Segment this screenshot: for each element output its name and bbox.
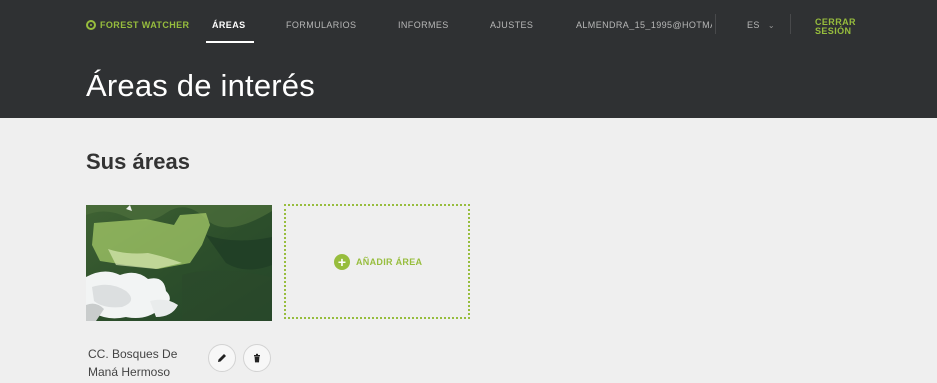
- logout-label-line2: SESIÓN: [815, 26, 852, 36]
- nav-item-forms[interactable]: FORMULARIOS: [286, 20, 356, 30]
- area-map-thumbnail[interactable]: [86, 205, 272, 321]
- add-area-content: + AÑADIR ÁREA: [334, 254, 422, 270]
- area-card[interactable]: CC. Bosques De Maná Hermoso: [86, 205, 272, 383]
- nav-item-settings[interactable]: AJUSTES: [490, 20, 533, 30]
- plus-circle-icon: +: [334, 254, 350, 270]
- brand-label: FOREST WATCHER: [100, 20, 190, 30]
- logout-button[interactable]: CERRAR SESIÓN: [815, 18, 856, 36]
- nav-divider: [790, 14, 791, 34]
- section-title: Sus áreas: [86, 149, 190, 174]
- pencil-icon: [218, 354, 226, 362]
- edit-area-button[interactable]: [208, 344, 236, 372]
- nav-divider: [715, 14, 716, 34]
- page-title: Áreas de interés: [86, 68, 315, 103]
- add-area-button[interactable]: + AÑADIR ÁREA: [284, 204, 470, 319]
- forest-watcher-logo-icon: [86, 20, 96, 30]
- delete-area-button[interactable]: [243, 344, 271, 372]
- nav-item-reports[interactable]: INFORMES: [398, 20, 449, 30]
- nav-item-areas[interactable]: ÁREAS: [212, 20, 246, 30]
- add-area-label: AÑADIR ÁREA: [356, 257, 423, 267]
- main-navigation: FOREST WATCHER ÁREAS FORMULARIOS INFORME…: [0, 0, 937, 46]
- brand-link[interactable]: FOREST WATCHER: [86, 20, 189, 30]
- language-selector[interactable]: ES ⌄: [747, 20, 775, 30]
- chevron-down-icon: ⌄: [767, 20, 775, 30]
- trash-icon: [254, 353, 260, 363]
- satellite-map-image: [86, 205, 272, 321]
- language-label: ES: [747, 20, 760, 30]
- active-tab-indicator: [206, 41, 254, 43]
- user-email[interactable]: ALMENDRA_15_1995@HOTMA: [576, 20, 712, 30]
- area-name: CC. Bosques De Maná Hermoso: [88, 347, 178, 379]
- top-header: FOREST WATCHER ÁREAS FORMULARIOS INFORME…: [0, 0, 937, 118]
